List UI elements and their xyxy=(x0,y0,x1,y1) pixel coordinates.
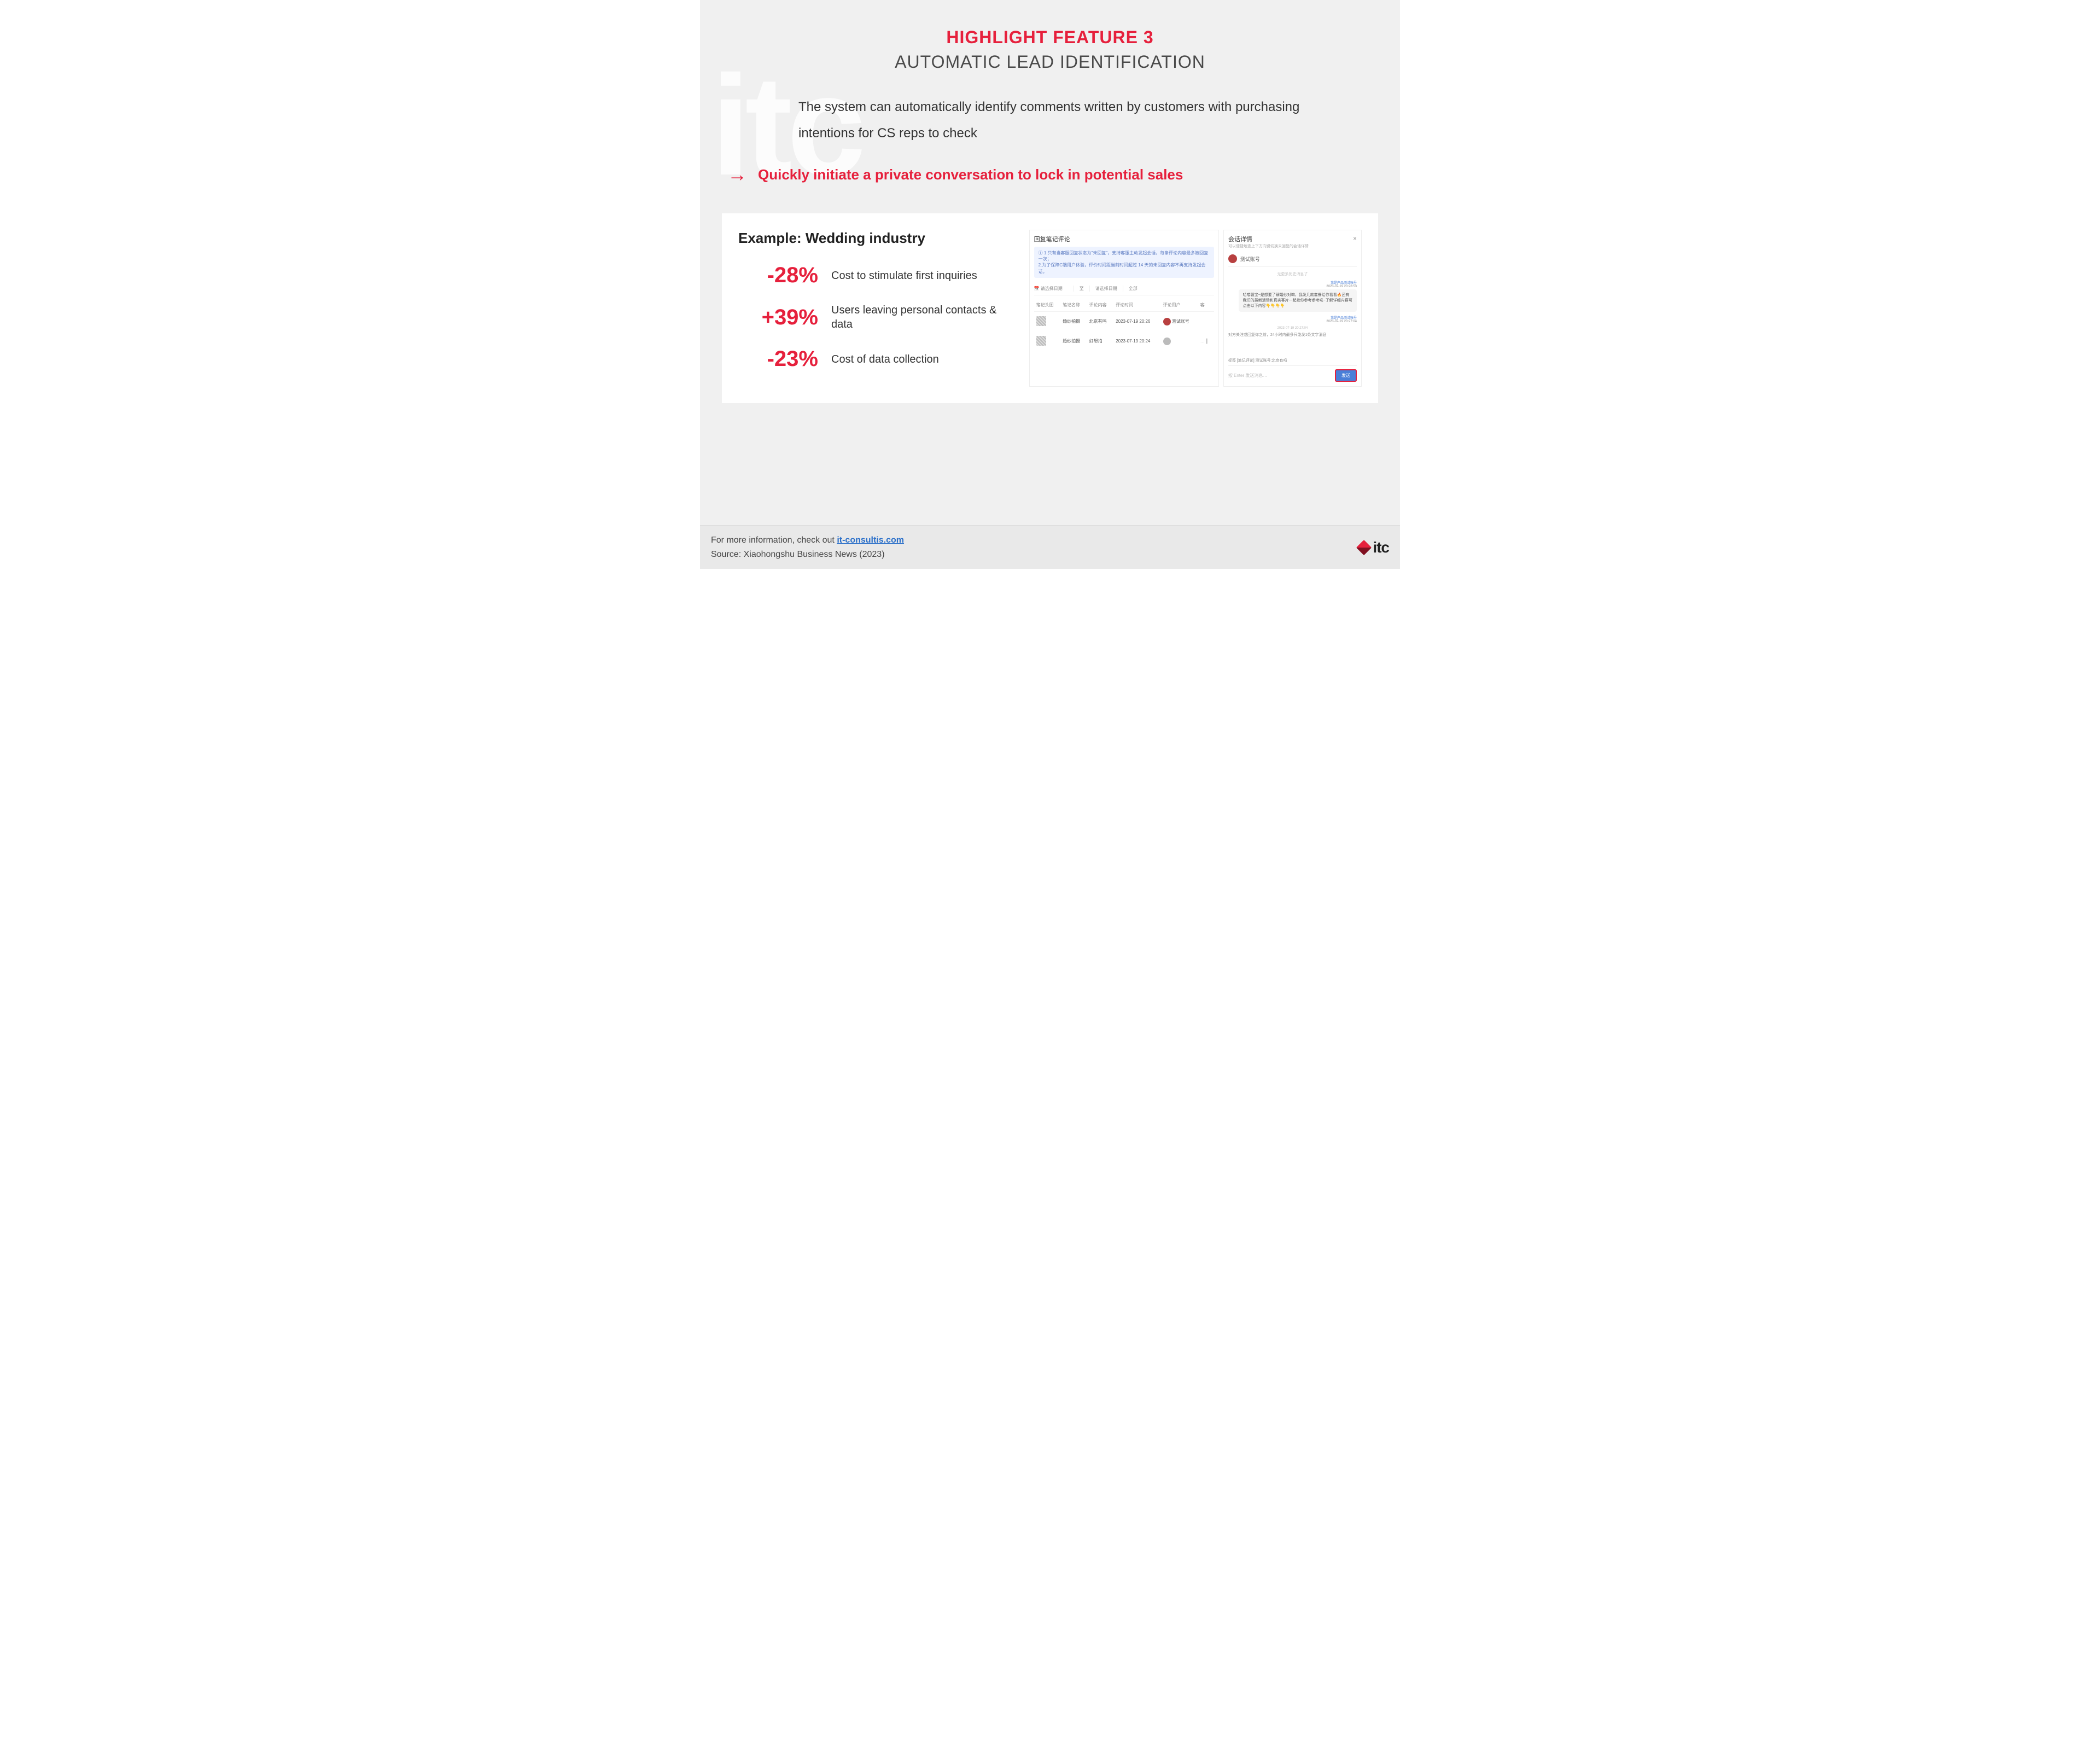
timestamp-center: 2023-07-19 20:27:04 xyxy=(1228,327,1357,330)
feature-subtitle: AUTOMATIC LEAD IDENTIFICATION xyxy=(722,52,1378,72)
chat-subtitle: 可以便捷地查上下方向键切换未回复的会话详情 xyxy=(1228,243,1309,249)
send-button[interactable]: 发送 xyxy=(1335,369,1357,382)
logo: itc xyxy=(1358,539,1389,556)
example-title: Example: Wedding industry xyxy=(738,230,1013,247)
footer-text: For more information, check out it-consu… xyxy=(711,533,904,561)
cell-name: 婚纱拍摄 xyxy=(1060,331,1087,351)
slide: itc HIGHLIGHT FEATURE 3 AUTOMATIC LEAD I… xyxy=(700,0,1400,525)
example-panel: Example: Wedding industry -28% Cost to s… xyxy=(722,213,1378,403)
note-thumb-icon xyxy=(1036,316,1046,326)
chat-bubble: 哈喽薯宝~是想要了解婚纱对嘛，我发几款套餐给你看看🔥还有我们的最新活动和真实客片… xyxy=(1239,289,1357,312)
info-line: 1.只有当客服回复状态为"未回复"，支持客服主动发起会话，每条评论内容最多被回复… xyxy=(1039,251,1209,261)
stat-value: -23% xyxy=(738,347,831,371)
chat-input-row: 按 Enter 发送消息… 发送 xyxy=(1228,365,1357,382)
avatar-icon xyxy=(1228,254,1237,263)
cell-time: 2023-07-19 20:26 xyxy=(1113,311,1160,331)
message-meta: 我是产品测试账号 2023-07-19 20:27:04 xyxy=(1228,315,1357,323)
cell-content: 北京有吗 xyxy=(1087,311,1114,331)
chat-username: 测试账号 xyxy=(1240,255,1260,263)
logo-text: itc xyxy=(1373,539,1389,556)
cell-content: 好想拍 xyxy=(1087,331,1114,351)
chat-panel: 会话详情 可以便捷地查上下方向键切换未回复的会话详情 × 测试账号 无更多历史消… xyxy=(1223,230,1362,387)
filter-sep: 至 xyxy=(1080,286,1090,292)
cell-dots: … ▌ xyxy=(1198,331,1214,351)
no-history-text: 无更多历史消息了 xyxy=(1228,271,1357,277)
date-filter[interactable]: 请选择日期 xyxy=(1095,286,1123,292)
chat-header: 会话详情 可以便捷地查上下方向键切换未回复的会话详情 × xyxy=(1228,235,1357,249)
filter-bar: 📅 请选择日期 至 请选择日期 全部 xyxy=(1034,282,1214,295)
tag-row: 标签 [笔记评论] 测试账号:北京有吗 xyxy=(1228,358,1357,363)
example-left: Example: Wedding industry -28% Cost to s… xyxy=(738,230,1013,387)
cell-user: 测试账号 xyxy=(1161,311,1198,331)
chat-title: 会话详情 xyxy=(1228,235,1309,243)
col-content: 评论内容 xyxy=(1087,299,1114,312)
col-thumb: 笔记头图 xyxy=(1034,299,1061,312)
footer-info-prefix: For more information, check out xyxy=(711,536,837,545)
cell-time: 2023-07-19 20:24 xyxy=(1113,331,1160,351)
panel-title: 回复笔记评论 xyxy=(1034,235,1214,243)
chat-input[interactable]: 按 Enter 发送消息… xyxy=(1228,373,1332,379)
col-user: 评论用户 xyxy=(1161,299,1198,312)
callout-text: Quickly initiate a private conversation … xyxy=(758,166,1183,183)
callout-row: → Quickly initiate a private conversatio… xyxy=(722,163,1378,186)
description: The system can automatically identify co… xyxy=(798,94,1302,147)
cell-user xyxy=(1161,331,1198,351)
table-row[interactable]: 婚纱拍摄 北京有吗 2023-07-19 20:26 测试账号 xyxy=(1034,311,1214,331)
feature-title: HIGHLIGHT FEATURE 3 xyxy=(722,27,1378,48)
filter-all[interactable]: 全部 xyxy=(1129,286,1143,292)
message-meta: 我是产品测试账号 2023-07-19 20:26:53 xyxy=(1228,280,1357,288)
stat-value: +39% xyxy=(738,305,831,330)
comments-panel: 回复笔记评论 1.只有当客服回复状态为"未回复"，支持客服主动发起会话，每条评论… xyxy=(1029,230,1219,387)
comments-table: 笔记头图 笔记名称 评论内容 评论时间 评论用户 客 婚纱拍摄 北京有吗 xyxy=(1034,299,1214,351)
info-notice: 1.只有当客服回复状态为"未回复"，支持客服主动发起会话，每条评论内容最多被回复… xyxy=(1034,247,1214,278)
col-name: 笔记名称 xyxy=(1060,299,1087,312)
col-extra: 客 xyxy=(1198,299,1214,312)
date-filter[interactable]: 📅 请选择日期 xyxy=(1034,286,1074,292)
table-row[interactable]: 婚纱拍摄 好想拍 2023-07-19 20:24 … ▌ xyxy=(1034,331,1214,351)
chat-user-row: 测试账号 xyxy=(1228,251,1357,267)
logo-mark-icon xyxy=(1356,539,1372,555)
stat-row: +39% Users leaving personal contacts & d… xyxy=(738,303,1013,331)
info-line: 2.为了保障C端用户体验，评价时间距当前时间超过 14 天的未回复内容不再支持发… xyxy=(1039,263,1206,274)
footer-link[interactable]: it-consultis.com xyxy=(837,536,904,545)
slide-header: HIGHLIGHT FEATURE 3 AUTOMATIC LEAD IDENT… xyxy=(722,27,1378,72)
stat-label: Users leaving personal contacts & data xyxy=(831,303,1013,331)
stat-row: -23% Cost of data collection xyxy=(738,347,1013,371)
close-icon[interactable]: × xyxy=(1353,235,1357,242)
stat-row: -28% Cost to stimulate first inquiries xyxy=(738,263,1013,288)
col-time: 评论时间 xyxy=(1113,299,1160,312)
footer: For more information, check out it-consu… xyxy=(700,525,1400,569)
avatar-icon xyxy=(1163,318,1171,325)
stat-label: Cost to stimulate first inquiries xyxy=(831,269,977,283)
note-thumb-icon xyxy=(1036,336,1046,346)
chat-limit-note: 对方关注或回复你之前，24小时内最多只能发1条文字消息 xyxy=(1228,332,1357,338)
stat-label: Cost of data collection xyxy=(831,352,939,367)
avatar-icon xyxy=(1163,338,1171,345)
arrow-right-icon: → xyxy=(727,163,747,186)
footer-source: Source: Xiaohongshu Business News (2023) xyxy=(711,550,885,559)
cell-name: 婚纱拍摄 xyxy=(1060,311,1087,331)
ui-screenshot: 回复笔记评论 1.只有当客服回复状态为"未回复"，支持客服主动发起会话，每条评论… xyxy=(1029,230,1362,387)
stat-value: -28% xyxy=(738,263,831,288)
